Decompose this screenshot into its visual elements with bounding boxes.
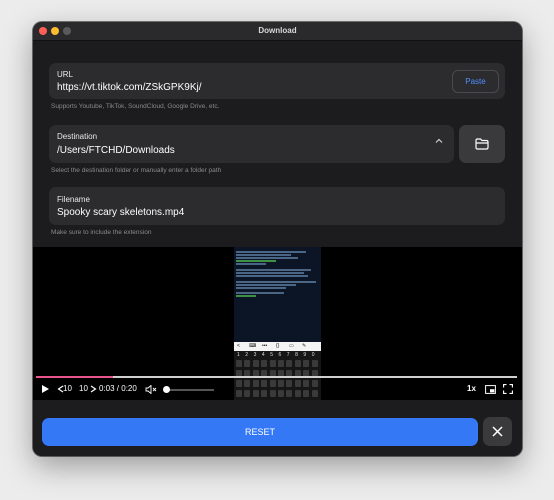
keyboard-number: 6	[278, 352, 282, 358]
keyboard-key	[311, 360, 318, 367]
skip-back-label: 10	[63, 384, 72, 393]
keyboard-number: 1	[237, 352, 240, 358]
keyboard-number: 9	[303, 352, 307, 358]
keyboard-number: 0	[311, 352, 315, 358]
destination-field[interactable]: Destination /Users/FTCHD/Downloads	[49, 125, 454, 163]
filename-label: Filename	[57, 195, 90, 204]
video-progress-bar[interactable]	[36, 376, 517, 378]
browse-folder-button[interactable]	[459, 125, 505, 163]
reset-button[interactable]: RESET	[42, 418, 478, 446]
skip-forward-label: 10	[79, 384, 88, 393]
keyboard-key	[286, 360, 293, 367]
video-player[interactable]: < ⌨ ••• {} ▭ ✎ 1234567890 10 10 0:03 / 0…	[33, 247, 522, 400]
keyboard-number: 2	[245, 352, 249, 358]
mute-icon[interactable]	[145, 385, 157, 394]
destination-label: Destination	[57, 132, 98, 141]
play-icon[interactable]	[41, 384, 50, 394]
keyboard-key	[269, 360, 276, 367]
time-display: 0:03 / 0:20	[99, 384, 137, 393]
window-title: Download	[258, 26, 297, 35]
keyboard-key	[303, 360, 310, 367]
paste-button[interactable]: Paste	[452, 70, 499, 93]
chevron-icon[interactable]	[435, 138, 443, 144]
footer: RESET	[33, 400, 522, 456]
folder-icon	[475, 138, 489, 150]
fullscreen-icon[interactable]	[503, 384, 513, 394]
volume-slider[interactable]	[166, 389, 214, 391]
download-window: Download URL https://vt.tiktok.com/ZSkGP…	[33, 22, 522, 456]
video-controls: 10 10 0:03 / 0:20 1x	[33, 381, 522, 399]
titlebar: Download	[33, 22, 522, 41]
keyboard-number: 5	[270, 352, 273, 358]
playback-speed[interactable]: 1x	[467, 384, 476, 393]
volume-knob[interactable]	[163, 386, 170, 393]
keyboard-key	[294, 360, 301, 367]
forward-icon[interactable]	[90, 385, 97, 393]
filename-input[interactable]: Spooky scary skeletons.mp4	[57, 207, 184, 218]
keyboard-key	[236, 360, 242, 367]
url-field[interactable]: URL https://vt.tiktok.com/ZSkGPK9Kj/	[49, 63, 505, 99]
keyboard-number: 3	[253, 352, 257, 358]
keyboard-key	[252, 360, 259, 367]
destination-input[interactable]: /Users/FTCHD/Downloads	[57, 145, 175, 156]
keyboard-key	[244, 360, 251, 367]
destination-helper: Select the destination folder or manuall…	[51, 167, 222, 174]
keyboard-key	[278, 360, 284, 367]
filename-helper: Make sure to include the extension	[51, 229, 152, 236]
filename-field[interactable]: Filename Spooky scary skeletons.mp4	[49, 187, 505, 225]
url-input[interactable]: https://vt.tiktok.com/ZSkGPK9Kj/	[57, 82, 202, 93]
close-icon	[492, 426, 503, 437]
keyboard-number: 7	[286, 352, 290, 358]
keyboard-number: 4	[261, 352, 265, 358]
keyboard-number: 8	[295, 352, 298, 358]
pip-icon[interactable]	[485, 385, 496, 394]
url-label: URL	[57, 70, 74, 79]
video-progress-fill	[36, 376, 113, 378]
close-button[interactable]	[483, 417, 512, 446]
url-helper: Supports Youtube, TikTok, SoundCloud, Go…	[51, 103, 220, 110]
keyboard-key	[261, 360, 268, 367]
